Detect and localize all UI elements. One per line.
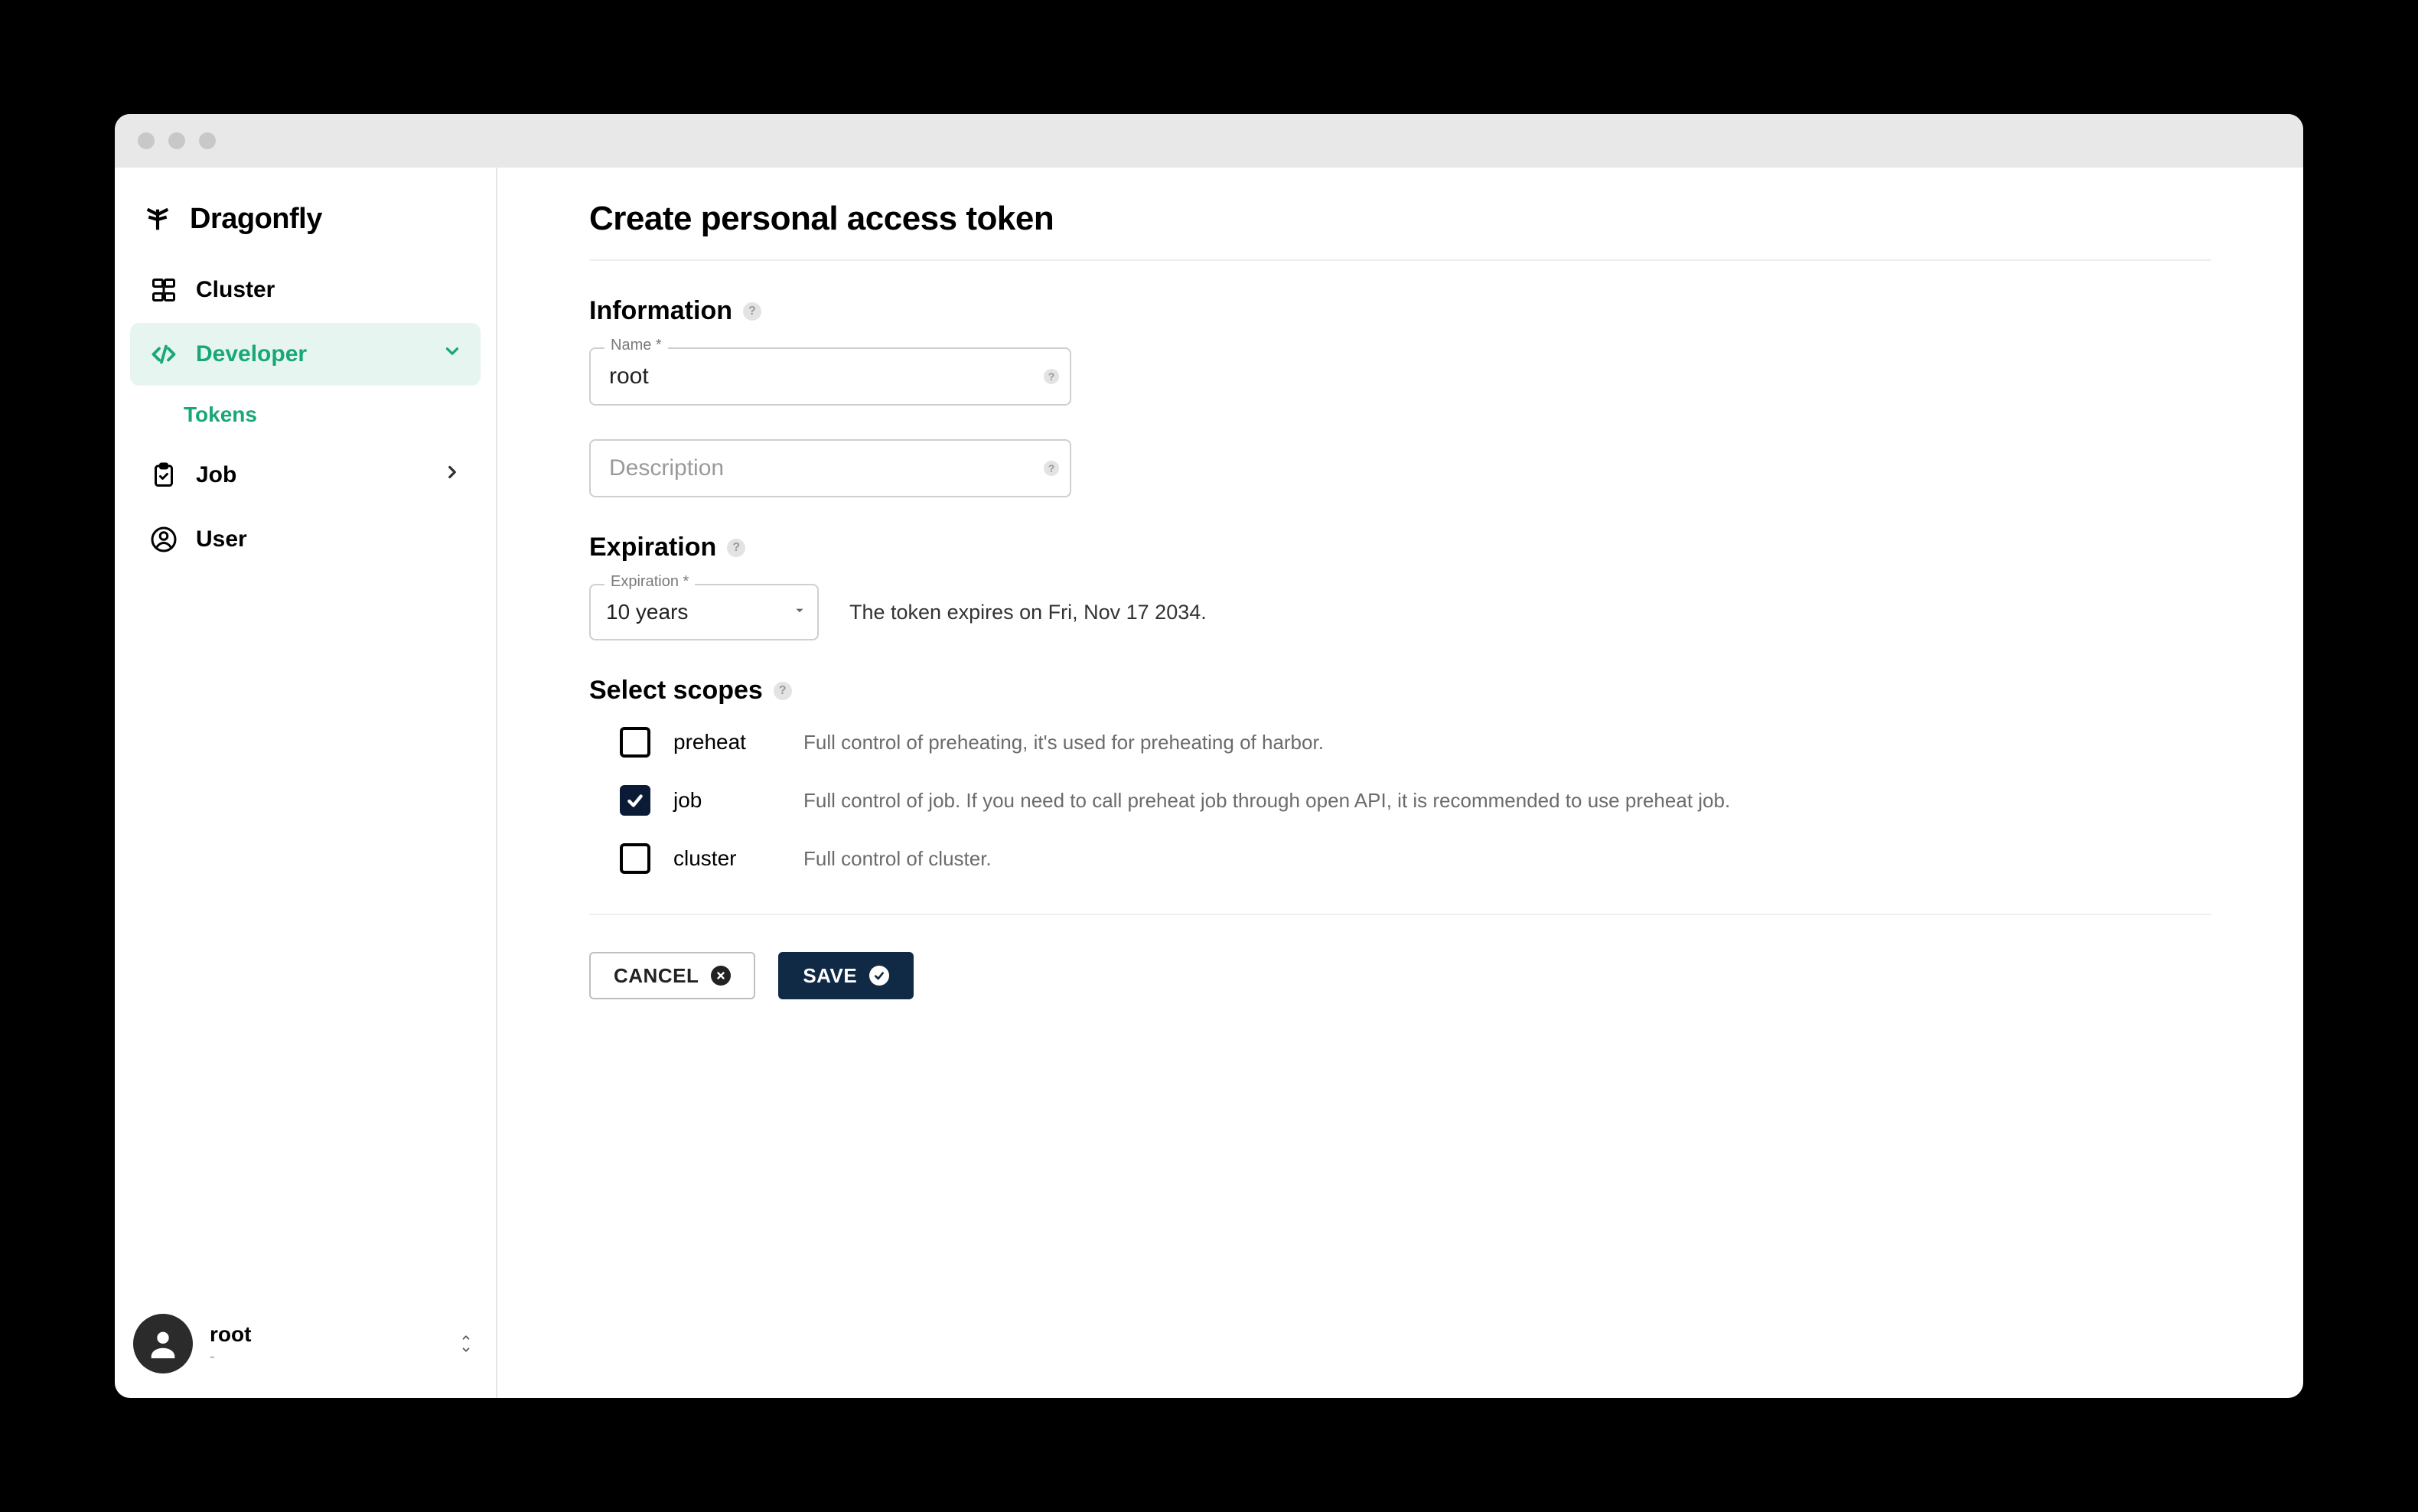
traffic-light-minimize[interactable] <box>168 132 185 149</box>
caret-down-icon <box>791 602 808 623</box>
traffic-light-close[interactable] <box>138 132 155 149</box>
avatar[interactable] <box>133 1314 193 1374</box>
scopes-list: preheat Full control of preheating, it's… <box>620 727 2211 874</box>
user-name: root <box>210 1322 251 1347</box>
scope-desc: Full control of cluster. <box>803 847 992 871</box>
section-label: Select scopes <box>589 676 763 705</box>
description-input[interactable] <box>589 439 1071 497</box>
expiration-select-wrap: Expiration * 10 years <box>589 584 819 640</box>
main-content: Create personal access token Information… <box>497 168 2303 1398</box>
name-label: Name * <box>604 337 668 354</box>
sidebar-item-user[interactable]: User <box>130 508 481 571</box>
nav: Cluster Developer <box>130 259 481 571</box>
sidebar-item-label: Developer <box>196 341 307 367</box>
check-circle-icon <box>869 966 889 986</box>
cluster-icon <box>148 275 179 305</box>
help-icon[interactable]: ? <box>774 682 792 700</box>
sidebar-item-cluster[interactable]: Cluster <box>130 259 481 321</box>
sidebar-item-label: User <box>196 526 247 552</box>
cancel-button[interactable]: CANCEL <box>589 952 755 999</box>
user-meta: root - <box>210 1322 251 1366</box>
scope-checkbox-preheat[interactable] <box>620 727 650 758</box>
description-field-wrap: ? <box>589 439 1071 497</box>
chevron-down-icon <box>442 341 462 367</box>
save-button[interactable]: SAVE <box>778 952 914 999</box>
expiration-select[interactable]: 10 years <box>589 584 819 640</box>
chevron-right-icon <box>442 462 462 488</box>
scope-label: cluster <box>673 846 780 871</box>
sidebar-subitem-label: Tokens <box>184 402 257 427</box>
expiration-text: The token expires on Fri, Nov 17 2034. <box>849 601 1207 624</box>
app-window: Dragonfly Cluster <box>115 114 2303 1398</box>
divider <box>589 914 2211 915</box>
code-icon <box>148 339 179 370</box>
page-title: Create personal access token <box>589 200 2211 261</box>
dragonfly-logo-icon <box>142 204 173 235</box>
section-information: Information ? <box>589 296 2211 326</box>
sidebar: Dragonfly Cluster <box>115 168 497 1398</box>
user-icon <box>148 524 179 555</box>
section-label: Information <box>589 296 732 326</box>
scope-desc: Full control of job. If you need to call… <box>803 789 1730 813</box>
titlebar <box>115 114 2303 168</box>
sidebar-item-developer[interactable]: Developer <box>130 323 481 386</box>
help-icon[interactable]: ? <box>1044 369 1059 384</box>
section-scopes: Select scopes ? <box>589 676 2211 705</box>
cancel-label: CANCEL <box>614 964 699 988</box>
sidebar-footer: root - <box>130 1305 481 1383</box>
user-sub: - <box>210 1348 251 1366</box>
help-icon[interactable]: ? <box>727 539 745 557</box>
scope-row-job: job Full control of job. If you need to … <box>620 785 2211 816</box>
name-field-wrap: Name * ? <box>589 347 1071 406</box>
brand: Dragonfly <box>130 191 481 259</box>
traffic-light-zoom[interactable] <box>199 132 216 149</box>
help-icon[interactable]: ? <box>1044 461 1059 476</box>
scope-label: job <box>673 788 780 813</box>
section-expiration: Expiration ? <box>589 533 2211 562</box>
sidebar-item-job[interactable]: Job <box>130 444 481 507</box>
scope-label: preheat <box>673 730 780 754</box>
name-input[interactable] <box>589 347 1071 406</box>
sidebar-subitem-tokens[interactable]: Tokens <box>130 387 481 442</box>
expiration-label: Expiration * <box>604 573 695 591</box>
user-menu-toggle[interactable] <box>458 1332 474 1355</box>
expiration-row: Expiration * 10 years The token expires … <box>589 584 2211 640</box>
save-label: SAVE <box>803 964 857 988</box>
scope-checkbox-job[interactable] <box>620 785 650 816</box>
help-icon[interactable]: ? <box>743 302 761 321</box>
scope-row-cluster: cluster Full control of cluster. <box>620 843 2211 874</box>
close-circle-icon <box>711 966 731 986</box>
section-label: Expiration <box>589 533 716 562</box>
form-actions: CANCEL SAVE <box>589 952 2211 999</box>
scope-checkbox-cluster[interactable] <box>620 843 650 874</box>
scope-desc: Full control of preheating, it's used fo… <box>803 731 1324 754</box>
sidebar-item-label: Job <box>196 462 236 488</box>
clipboard-icon <box>148 460 179 490</box>
sidebar-item-label: Cluster <box>196 277 275 303</box>
expiration-value: 10 years <box>606 600 688 624</box>
scope-row-preheat: preheat Full control of preheating, it's… <box>620 727 2211 758</box>
brand-name: Dragonfly <box>190 203 322 236</box>
